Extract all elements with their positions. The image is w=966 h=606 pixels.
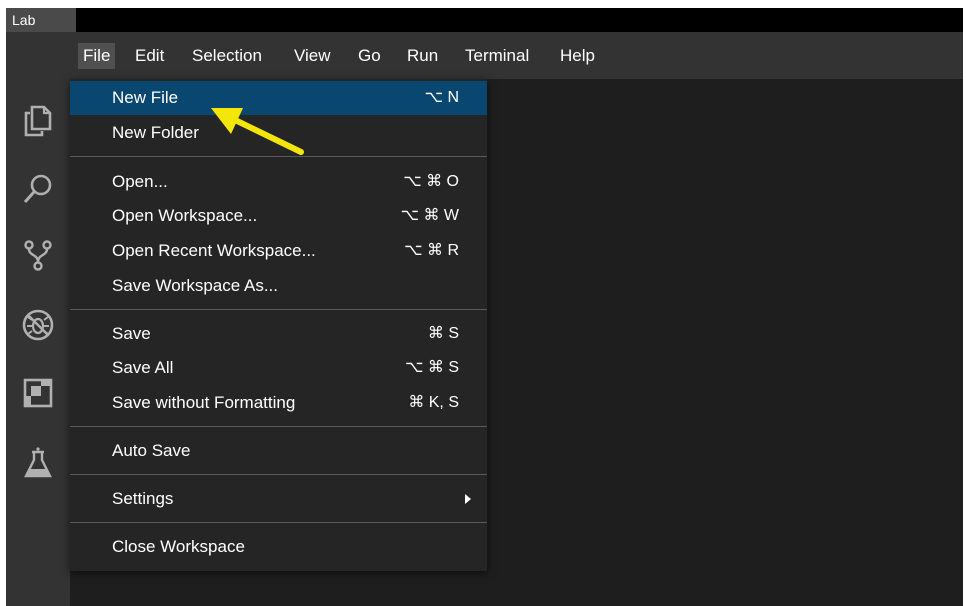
menu-selection[interactable]: Selection <box>187 43 267 69</box>
menu-go[interactable]: Go <box>353 43 386 69</box>
menu-item-save-workspace-as[interactable]: Save Workspace As... <box>70 269 487 303</box>
menu-file[interactable]: File <box>78 43 116 69</box>
menu-item-open[interactable]: Open... ⌥ ⌘ O <box>70 165 487 199</box>
lab-flask-icon[interactable] <box>14 439 62 487</box>
shortcut-label: ⌘ K, S <box>408 394 459 411</box>
menu-help[interactable]: Help <box>555 43 600 69</box>
menu-item-label: Settings <box>112 489 174 508</box>
shortcut-label: ⌥ N <box>424 89 459 106</box>
app-window: Lab File Edit Selection View Go Run Term… <box>6 8 963 606</box>
menu-run[interactable]: Run <box>402 43 443 69</box>
source-control-icon[interactable] <box>14 231 62 279</box>
menu-item-open-recent-workspace[interactable]: Open Recent Workspace... ⌥ ⌘ R <box>70 234 487 268</box>
menu-item-save-all[interactable]: Save All ⌥ ⌘ S <box>70 351 487 385</box>
menu-item-label: Open Workspace... <box>112 206 258 225</box>
shortcut-label: ⌥ ⌘ S <box>405 359 459 376</box>
menu-item-label: Close Workspace <box>112 537 245 556</box>
window-title: Lab <box>6 8 76 32</box>
menu-item-label: Save Workspace As... <box>112 276 278 295</box>
menu-item-label: New Folder <box>112 123 199 142</box>
menu-edit[interactable]: Edit <box>130 43 169 69</box>
menu-item-close-workspace[interactable]: Close Workspace <box>70 530 487 564</box>
explorer-icon[interactable] <box>14 97 62 145</box>
menu-item-label: Save without Formatting <box>112 393 296 412</box>
menu-item-label: New File <box>112 88 179 107</box>
search-icon[interactable] <box>14 165 62 213</box>
extensions-icon[interactable] <box>14 369 62 417</box>
menu-view[interactable]: View <box>289 43 336 69</box>
menu-separator <box>70 426 487 427</box>
shortcut-label: ⌥ ⌘ O <box>403 173 459 190</box>
menu-item-auto-save[interactable]: Auto Save <box>70 434 487 468</box>
menu-item-save[interactable]: Save ⌘ S <box>70 317 487 351</box>
activity-bar <box>6 79 70 606</box>
menu-item-open-workspace[interactable]: Open Workspace... ⌥ ⌘ W <box>70 199 487 233</box>
menu-item-label: Open Recent Workspace... <box>112 241 316 260</box>
menu-separator <box>70 522 487 523</box>
menu-item-label: Save <box>112 324 151 343</box>
menu-item-label: Open... <box>112 172 168 191</box>
menu-item-label: Save All <box>112 358 174 377</box>
menu-item-settings[interactable]: Settings <box>70 482 487 516</box>
menu-bar: File Edit Selection View Go Run Terminal… <box>6 32 963 79</box>
menu-separator <box>70 309 487 310</box>
shortcut-label: ⌥ ⌘ R <box>404 242 459 259</box>
debug-icon[interactable] <box>14 301 62 349</box>
menu-separator <box>70 474 487 475</box>
annotation-arrow-icon <box>211 108 304 155</box>
title-bar: Lab <box>6 8 963 32</box>
shortcut-label: ⌥ ⌘ W <box>400 207 459 224</box>
submenu-arrow-icon <box>465 494 471 504</box>
menu-terminal[interactable]: Terminal <box>460 43 534 69</box>
menu-item-save-without-formatting[interactable]: Save without Formatting ⌘ K, S <box>70 386 487 420</box>
menu-item-label: Auto Save <box>112 441 191 460</box>
shortcut-label: ⌘ S <box>427 325 459 342</box>
